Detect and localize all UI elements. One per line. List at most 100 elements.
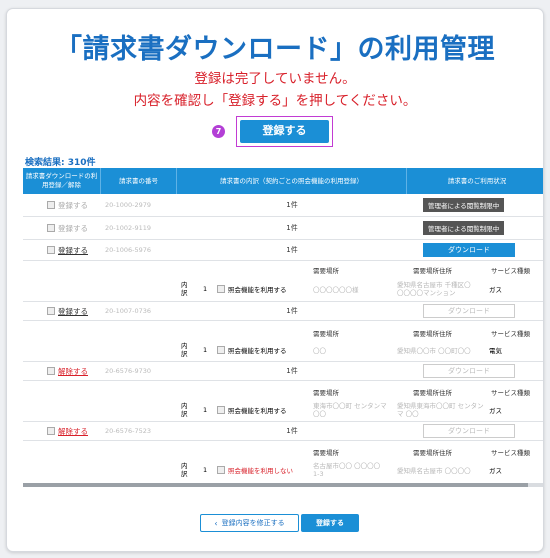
address-value: 愛知県東海市〇〇町 センタンマ 〇〇 [397, 402, 484, 418]
detail-label: 内 [181, 342, 188, 350]
item-count: 1件 [286, 367, 298, 375]
table-header: 請求書ダウンロードの利用登録／解除 請求書の番号 請求書の内訳（契約ごとの照会機… [23, 168, 543, 194]
place-value: 〇〇 [313, 347, 326, 355]
item-count: 1件 [286, 246, 298, 254]
edit-registration-button[interactable]: ‹ 登録内容を修正する [200, 514, 299, 532]
detail-label: 訳 [181, 350, 188, 358]
top-register-highlight: 登録する [236, 116, 333, 147]
detail-number: 1 [203, 406, 208, 414]
detail-row: 内訳 1 照会機能を利用する 〇〇〇〇〇〇様 愛知県名古屋市 千種区〇〇〇〇〇マ… [177, 278, 543, 300]
detail-label: 内 [181, 402, 188, 410]
register-link[interactable]: 登録する [58, 200, 88, 211]
detail-row: 内訳 1 照会機能を利用する 〇〇 愛知県〇〇市 〇〇町〇〇 電気 [177, 339, 543, 361]
item-count: 1件 [286, 224, 298, 232]
place-value: 東海市〇〇町 センタンマ 〇〇 [313, 402, 387, 418]
detail-header: 需要場所 需要場所住所 サービス種類 [293, 262, 543, 276]
table-row: 登録する 20-1000-2979 1件 管理者による閲覧制限中 [23, 194, 543, 217]
usage-checkbox[interactable] [217, 406, 225, 414]
unregister-link[interactable]: 解除する [58, 366, 88, 377]
checkbox-icon [47, 201, 55, 209]
detail-label: 内 [181, 462, 188, 470]
bill-table: 請求書ダウンロードの利用登録／解除 請求書の番号 請求書の内訳（契約ごとの照会機… [23, 168, 543, 483]
checkbox-icon[interactable] [47, 307, 55, 315]
service-value: ガス [489, 407, 502, 415]
detail-header: 需要場所 需要場所住所 サービス種類 [293, 325, 543, 339]
usage-checkbox[interactable] [217, 466, 225, 474]
detail-number: 1 [203, 285, 208, 293]
table-row: 解除する 20-6576-9730 1件 ダウンロード [23, 361, 543, 381]
download-button[interactable]: ダウンロード [423, 424, 515, 438]
top-register-button[interactable]: 登録する [240, 120, 329, 143]
table-row: 登録する 20-1007-0736 1件 ダウンロード [23, 301, 543, 321]
checkbox-icon[interactable] [47, 367, 55, 375]
step-badge: 7 [212, 125, 225, 138]
sub-header-address: 需要場所住所 [413, 267, 452, 275]
status-badge: 管理者による閲覧制限中 [423, 198, 505, 212]
usage-label: 照会機能を利用しない [228, 467, 293, 475]
status-badge: 管理者による閲覧制限中 [423, 221, 505, 235]
register-link[interactable]: 登録する [58, 245, 88, 256]
download-button[interactable]: ダウンロード [423, 243, 515, 257]
address-value: 愛知県名古屋市 〇〇〇〇 [397, 467, 471, 475]
register-link[interactable]: 登録する [58, 306, 88, 317]
detail-label: 訳 [181, 470, 188, 478]
address-value: 愛知県名古屋市 千種区〇〇〇〇〇マンション [397, 281, 471, 297]
place-value: 〇〇〇〇〇〇様 [313, 286, 359, 294]
warning-message-1: 登録は完了していません。 [194, 71, 356, 87]
bill-number: 20-1006-5976 [105, 246, 152, 254]
main-panel: 「請求書ダウンロード」の利用管理 登録は完了していません。 内容を確認し「登録す… [6, 8, 544, 552]
detail-row: 内訳 1 照会機能を利用しない 名古屋市〇〇 〇〇〇〇 1-3 愛知県名古屋市 … [177, 459, 543, 481]
edit-registration-label: 登録内容を修正する [221, 519, 285, 527]
usage-checkbox[interactable] [217, 346, 225, 354]
sub-header-address: 需要場所住所 [413, 449, 452, 457]
detail-header: 需要場所 需要場所住所 サービス種類 [293, 384, 543, 398]
download-button[interactable]: ダウンロード [423, 304, 515, 318]
service-value: 電気 [489, 347, 502, 355]
detail-number: 1 [203, 346, 208, 354]
page-title: 「請求書ダウンロード」の利用管理 [55, 34, 495, 65]
header-bill-number: 請求書の番号 [101, 168, 177, 194]
download-button[interactable]: ダウンロード [423, 364, 515, 378]
detail-label: 内 [181, 281, 188, 289]
item-count: 1件 [286, 307, 298, 315]
result-count: 検索結果: 310件 [25, 158, 96, 168]
checkbox-icon[interactable] [47, 427, 55, 435]
unregister-link[interactable]: 解除する [58, 426, 88, 437]
detail-label: 訳 [181, 289, 188, 297]
sub-header-address: 需要場所住所 [413, 330, 452, 338]
item-count: 1件 [286, 201, 298, 209]
sub-header-place: 需要場所 [313, 389, 339, 397]
service-value: ガス [489, 467, 502, 475]
detail-row: 内訳 1 照会機能を利用する 東海市〇〇町 センタンマ 〇〇 愛知県東海市〇〇町… [177, 399, 543, 421]
usage-checkbox[interactable] [217, 285, 225, 293]
header-breakdown: 請求書の内訳（契約ごとの照会機能の利用登録） [177, 168, 407, 194]
warning-message-2: 内容を確認し「登録する」を押してください。 [133, 93, 417, 109]
chevron-left-icon: ‹ [214, 518, 218, 528]
detail-label: 訳 [181, 410, 188, 418]
service-value: ガス [489, 286, 502, 294]
detail-number: 1 [203, 466, 208, 474]
sub-header-service: サービス種類 [491, 389, 530, 397]
address-value: 愛知県〇〇市 〇〇町〇〇 [397, 347, 471, 355]
header-register: 請求書ダウンロードの利用登録／解除 [23, 168, 101, 194]
table-row: 登録する 20-1006-5976 1件 ダウンロード [23, 240, 543, 261]
usage-label: 照会機能を利用する [228, 407, 287, 415]
place-value: 名古屋市〇〇 〇〇〇〇 1-3 [313, 462, 381, 478]
sub-header-service: サービス種類 [491, 449, 530, 457]
bill-number: 20-1007-0736 [105, 307, 152, 315]
bill-number: 20-6576-9730 [105, 367, 152, 375]
bill-number: 20-6576-7523 [105, 427, 152, 435]
detail-header: 需要場所 需要場所住所 サービス種類 [293, 444, 543, 458]
sub-header-address: 需要場所住所 [413, 389, 452, 397]
horizontal-scrollbar[interactable] [23, 483, 543, 487]
item-count: 1件 [286, 427, 298, 435]
table-row: 解除する 20-6576-7523 1件 ダウンロード [23, 421, 543, 441]
bottom-register-button[interactable]: 登録する [301, 514, 359, 532]
register-link[interactable]: 登録する [58, 223, 88, 234]
sub-header-service: サービス種類 [491, 267, 530, 275]
sub-header-place: 需要場所 [313, 449, 339, 457]
scrollbar-thumb[interactable] [23, 483, 528, 487]
bill-number: 20-1000-2979 [105, 201, 152, 209]
checkbox-icon[interactable] [47, 246, 55, 254]
usage-label: 照会機能を利用する [228, 347, 287, 355]
